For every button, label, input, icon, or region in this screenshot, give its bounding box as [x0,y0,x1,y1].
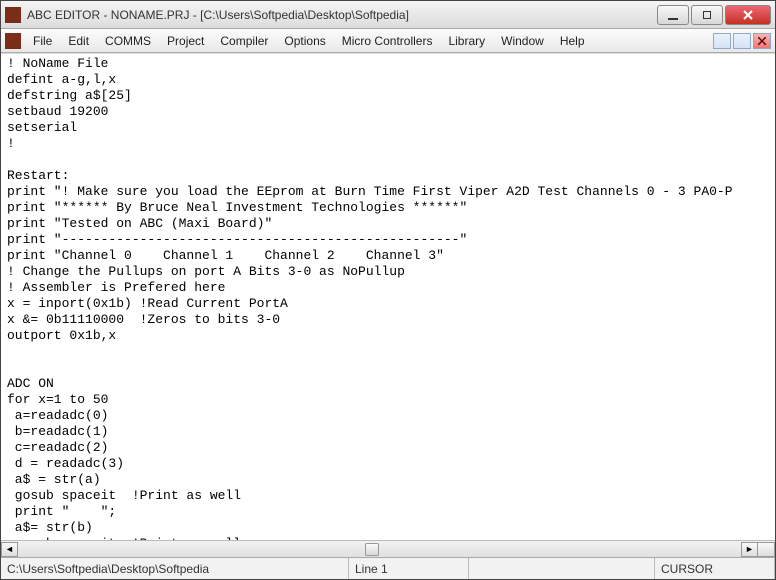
scroll-right-arrow-icon[interactable]: ► [741,542,758,557]
scroll-left-arrow-icon[interactable]: ◄ [1,542,18,557]
menu-file[interactable]: File [25,31,60,51]
minimize-button[interactable] [657,5,689,25]
menu-options[interactable]: Options [276,31,333,51]
status-bar: C:\Users\Softpedia\Desktop\Softpedia Lin… [1,557,775,579]
status-path: C:\Users\Softpedia\Desktop\Softpedia [1,558,349,579]
app-icon [5,7,21,23]
horizontal-scrollbar[interactable]: ◄ ► [1,540,775,557]
mdi-restore-button[interactable] [733,33,751,49]
window-buttons [655,5,771,25]
menu-library[interactable]: Library [440,31,493,51]
status-blank [469,558,655,579]
menu-micro-controllers[interactable]: Micro Controllers [334,31,441,51]
status-line: Line 1 [349,558,469,579]
menu-help[interactable]: Help [552,31,593,51]
menu-bar: File Edit COMMS Project Compiler Options… [1,29,775,53]
app-window: ABC EDITOR - NONAME.PRJ - [C:\Users\Soft… [0,0,776,580]
client-area: ! NoName File defint a-g,l,x defstring a… [1,53,775,557]
menu-comms[interactable]: COMMS [97,31,159,51]
menu-window[interactable]: Window [493,31,552,51]
title-bar[interactable]: ABC EDITOR - NONAME.PRJ - [C:\Users\Soft… [1,1,775,29]
scroll-track[interactable] [18,542,741,557]
scroll-corner [758,542,775,557]
code-editor[interactable]: ! NoName File defint a-g,l,x defstring a… [1,54,775,540]
menu-project[interactable]: Project [159,31,212,51]
menu-edit[interactable]: Edit [60,31,97,51]
menu-compiler[interactable]: Compiler [212,31,276,51]
scroll-thumb[interactable] [365,543,379,556]
title-text: ABC EDITOR - NONAME.PRJ - [C:\Users\Soft… [27,8,655,22]
status-cursor: CURSOR [655,558,775,579]
close-button[interactable] [725,5,771,25]
maximize-button[interactable] [691,5,723,25]
mdi-minimize-button[interactable] [713,33,731,49]
menu-icon [5,33,21,49]
mdi-close-button[interactable] [753,33,771,49]
code-content[interactable]: ! NoName File defint a-g,l,x defstring a… [1,54,775,540]
